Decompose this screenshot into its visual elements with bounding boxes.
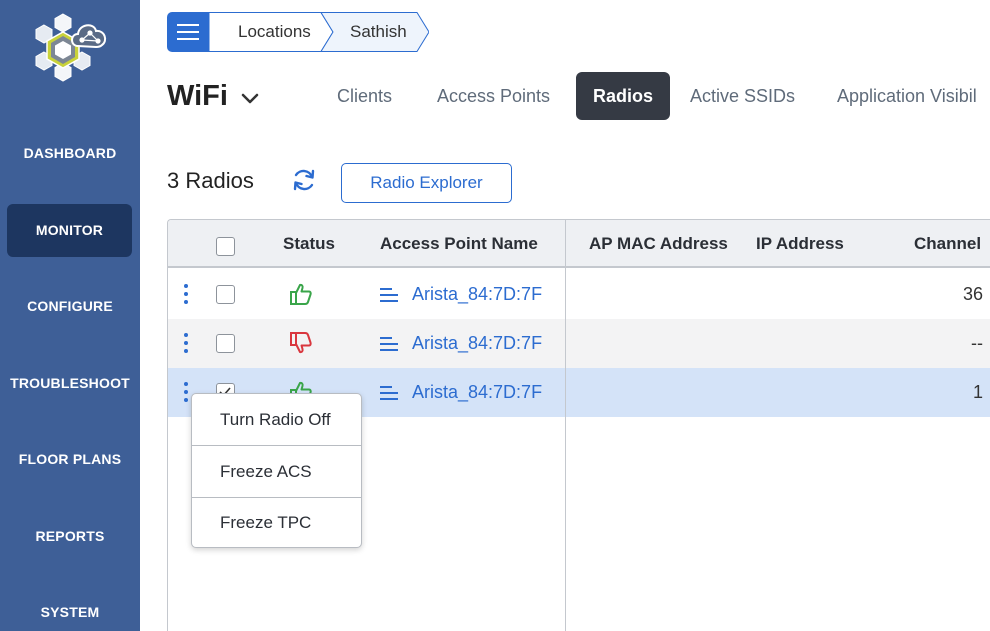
nav-system[interactable]: SYSTEM bbox=[0, 604, 140, 620]
channel-value: 1 bbox=[972, 382, 983, 402]
column-divider bbox=[565, 220, 566, 631]
table-header: Status Access Point Name AP MAC Address … bbox=[168, 220, 990, 268]
list-lines-icon bbox=[380, 386, 398, 400]
kebab-icon[interactable] bbox=[183, 382, 189, 404]
table-row[interactable]: Arista_84:7D:7F 36 bbox=[168, 270, 990, 319]
menu-item-freeze-acs[interactable]: Freeze ACS bbox=[192, 446, 361, 497]
column-header-channel[interactable]: Channel bbox=[914, 220, 981, 268]
menu-item-turn-radio-off[interactable]: Turn Radio Off bbox=[192, 394, 361, 445]
list-lines-icon bbox=[380, 288, 398, 302]
ap-name-link[interactable]: Arista_84:7D:7F bbox=[412, 319, 542, 368]
tab-radios[interactable]: Radios bbox=[576, 72, 670, 120]
list-lines-icon bbox=[380, 337, 398, 351]
row-checkbox[interactable] bbox=[216, 285, 235, 304]
nav-floor-plans[interactable]: FLOOR PLANS bbox=[0, 451, 140, 467]
nav-troubleshoot[interactable]: TROUBLESHOOT bbox=[0, 375, 140, 391]
table-row[interactable]: Arista_84:7D:7F -- bbox=[168, 319, 990, 368]
kebab-icon[interactable] bbox=[183, 333, 189, 355]
page-title: WiFi bbox=[167, 80, 228, 112]
tab-active-ssids[interactable]: Active SSIDs bbox=[690, 86, 795, 107]
ap-name-link[interactable]: Arista_84:7D:7F bbox=[412, 270, 542, 319]
breadcrumb-locations[interactable]: Locations bbox=[238, 12, 311, 52]
hamburger-icon[interactable] bbox=[167, 12, 209, 52]
channel-value: 36 bbox=[962, 284, 983, 304]
refresh-icon[interactable] bbox=[290, 166, 318, 194]
tab-access-points[interactable]: Access Points bbox=[437, 86, 550, 107]
chevron-down-icon[interactable] bbox=[240, 90, 260, 106]
ap-name-link[interactable]: Arista_84:7D:7F bbox=[412, 368, 542, 417]
sidebar: DASHBOARD MONITOR CONFIGURE TROUBLESHOOT… bbox=[0, 0, 140, 631]
select-all-checkbox[interactable] bbox=[216, 237, 235, 256]
column-header-ap-name[interactable]: Access Point Name bbox=[380, 220, 538, 268]
thumbs-up-icon bbox=[290, 283, 312, 305]
kebab-icon[interactable] bbox=[183, 284, 189, 306]
column-header-ip-address[interactable]: IP Address bbox=[756, 220, 844, 268]
nav-dashboard[interactable]: DASHBOARD bbox=[0, 145, 140, 161]
row-context-menu: Turn Radio Off Freeze ACS Freeze TPC bbox=[191, 393, 362, 548]
menu-item-freeze-tpc[interactable]: Freeze TPC bbox=[192, 497, 361, 548]
tab-application-visibility[interactable]: Application Visibil bbox=[837, 86, 977, 107]
channel-value: -- bbox=[971, 333, 983, 353]
nav-configure[interactable]: CONFIGURE bbox=[0, 298, 140, 314]
column-header-status[interactable]: Status bbox=[283, 220, 335, 268]
nav-monitor[interactable]: MONITOR bbox=[7, 204, 132, 257]
thumbs-down-icon bbox=[290, 332, 312, 354]
radio-explorer-button[interactable]: Radio Explorer bbox=[341, 163, 512, 203]
column-header-ap-mac[interactable]: AP MAC Address bbox=[589, 220, 728, 268]
cloud-hexagon-logo[interactable] bbox=[28, 12, 110, 84]
breadcrumb-sathish[interactable]: Sathish bbox=[350, 12, 407, 52]
tab-clients[interactable]: Clients bbox=[337, 86, 392, 107]
nav-reports[interactable]: REPORTS bbox=[0, 528, 140, 544]
radio-count: 3 Radios bbox=[167, 168, 254, 193]
row-checkbox[interactable] bbox=[216, 334, 235, 353]
